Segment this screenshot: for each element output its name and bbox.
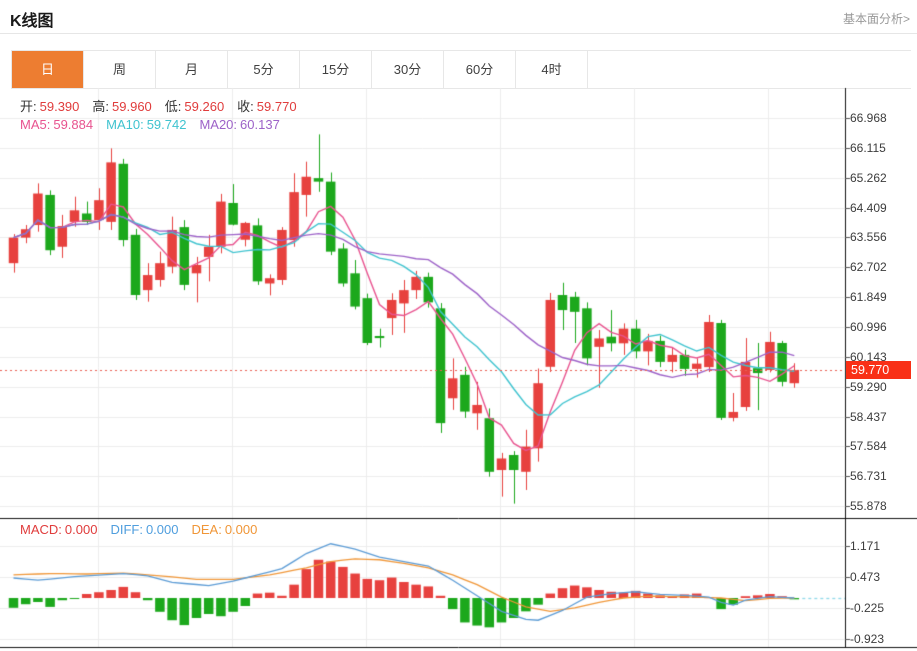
y-axis-label: 1.171 [850,538,881,553]
indicator-value: 0.000 [64,522,98,537]
indicator-label: MA20: [199,117,238,132]
indicator-label: DIFF: [110,522,143,537]
ohlc-item: 开: 59.390 [20,99,79,114]
y-axis-label: 61.849 [850,290,887,305]
indicator-value: 0.000 [224,522,258,537]
y-axis-label: -0.923 [850,632,885,647]
y-axis-label: 66.968 [850,111,887,125]
indicator-label: MACD: [20,522,62,537]
ohlc-item: 低: 59.260 [165,99,224,114]
macd-item: DEA: 0.000 [191,522,257,537]
y-axis-label: 55.878 [850,499,887,514]
indicator-value: 59.742 [146,117,187,132]
indicator-value: 59.884 [53,117,94,132]
indicator-value: 59.960 [112,99,152,114]
indicator-value: 0.000 [145,522,179,537]
macd-item: DIFF: 0.000 [110,522,178,537]
indicator-label: 低: [164,99,182,114]
ma-readout-row: MA5: 59.884 MA10: 59.742 MA20: 60.137 [20,117,293,132]
y-axis-label: 66.115 [850,140,886,155]
macd-item: MACD: 0.000 [20,522,97,537]
ma-item: MA5: 59.884 [20,117,93,132]
y-axis-label: 65.262 [850,170,887,185]
ma-item: MA10: 59.742 [106,117,186,132]
indicator-label: DEA: [191,522,222,537]
y-axis-label: 59.290 [850,379,887,394]
y-axis-label: 0.473 [850,569,881,584]
ohlc-readout-row: 开: 59.390 高: 59.960 低: 59.260 收: 59.770 [20,96,310,115]
y-axis-label: 60.996 [850,320,887,335]
y-axis-label: 57.584 [850,439,887,454]
ohlc-item: 高: 59.960 [92,99,151,114]
indicator-label: MA10: [106,117,144,132]
y-axis-label: 64.409 [850,200,887,215]
macd-readout-row: MACD: 0.000 DIFF: 0.000 DEA: 0.000 [20,522,270,537]
indicator-label: 收: [237,99,254,114]
y-axis-label: 63.556 [850,230,887,245]
ma-item: MA20: 60.137 [199,117,279,132]
y-axis-label: -0.225 [850,601,885,615]
indicator-label: 开: [20,99,37,114]
indicator-value: 59.390 [39,99,80,114]
indicator-value: 59.770 [256,99,297,114]
indicator-value: 60.137 [240,117,280,132]
indicator-value: 59.260 [184,99,225,114]
kline-page: K线图 基本面分析> 日周月5分15分30分60分4时 开:59.390高:59… [0,0,917,651]
y-axis-label: 58.437 [850,409,887,424]
current-price-badge: 59.770 [846,361,911,379]
ohlc-item: 收: 59.770 [237,99,296,114]
indicator-label: MA5: [20,117,51,132]
y-axis-label: 62.702 [850,260,887,275]
indicator-label: 高: [92,99,110,114]
y-axis-label: 56.731 [850,469,887,484]
